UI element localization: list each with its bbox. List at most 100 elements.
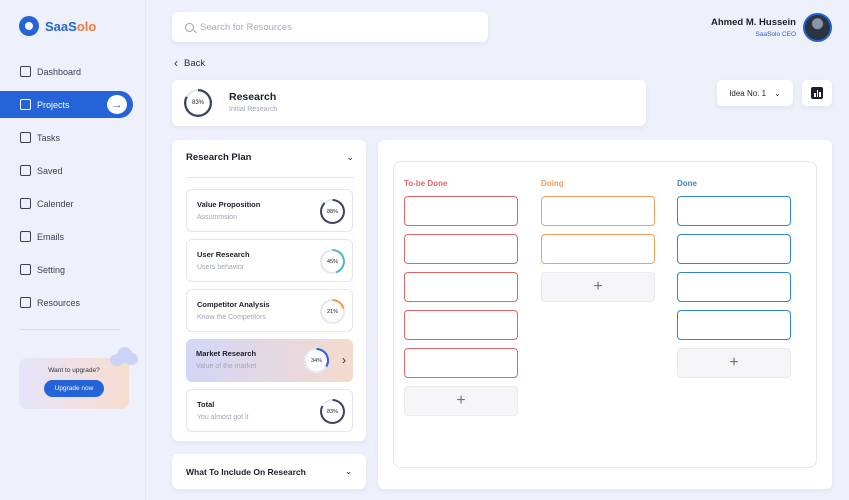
- research-plan-panel: Research Plan ⌄ Value Proposition Assumms…: [172, 140, 366, 441]
- sidebar-divider: [20, 329, 120, 330]
- idea-select-value: Idea No. 1: [729, 88, 767, 98]
- board-card[interactable]: [677, 196, 791, 226]
- arrow-right-icon: →: [107, 95, 127, 114]
- cloud-icon: [108, 345, 138, 367]
- chevron-down-icon: ⌄: [346, 152, 354, 162]
- sidebar-item-label: Calender: [37, 198, 74, 209]
- board-card[interactable]: [404, 310, 518, 340]
- research-card: 83% Research Initial Research: [172, 80, 646, 126]
- include-panel-header[interactable]: What To Include On Research ⌄: [172, 454, 366, 489]
- plan-item-subtitle: Assummsion: [197, 214, 238, 221]
- chevron-down-icon: ⌄: [344, 466, 352, 476]
- board-column-title: Done: [677, 179, 697, 188]
- plan-item-progress-ring: 88%: [320, 199, 345, 224]
- sidebar: SaaSolo Dashboard Projects → Tasks Saved Cale…: [0, 0, 146, 500]
- research-plan-header[interactable]: Research Plan ⌄: [186, 152, 354, 178]
- plan-item[interactable]: Competitor Analysis Know the Competitors 2…: [186, 289, 353, 332]
- board-card[interactable]: [677, 310, 791, 340]
- include-title: What To Include On Research: [186, 466, 306, 477]
- back-label: Back: [184, 57, 206, 69]
- plan-item-progress-label: 34%: [310, 357, 322, 364]
- plan-item[interactable]: Total You almost got it 83%: [186, 389, 353, 432]
- research-progress-ring: 83%: [184, 89, 212, 117]
- sidebar-item-calender[interactable]: Calender: [0, 187, 146, 220]
- sidebar-item-saved[interactable]: Saved: [0, 154, 146, 187]
- idea-select[interactable]: Idea No. 1 ⌄: [717, 80, 793, 106]
- user-name: Ahmed M. Hussein: [711, 17, 796, 28]
- sidebar-item-emails[interactable]: Emails: [0, 220, 146, 253]
- plan-item[interactable]: User Research Users behavior 45%: [186, 239, 353, 282]
- plan-item-progress-label: 21%: [326, 308, 338, 315]
- upgrade-text: Want to upgrade?: [48, 367, 100, 374]
- plan-item-progress-ring: 45%: [320, 249, 345, 274]
- sidebar-nav: Dashboard Projects → Tasks Saved Calender Emai…: [0, 55, 146, 319]
- research-title: Research: [229, 91, 277, 103]
- plan-item-title: Value Proposition: [197, 200, 261, 209]
- chevron-down-icon: ⌄: [774, 88, 781, 98]
- user-role: SaaSolo CEO: [755, 31, 796, 38]
- upgrade-button[interactable]: Upgrade now: [43, 380, 105, 397]
- board-card[interactable]: [404, 196, 518, 226]
- plan-item-progress-label: 88%: [326, 208, 338, 215]
- sidebar-item-dashboard[interactable]: Dashboard: [0, 55, 146, 88]
- avatar[interactable]: [803, 13, 832, 42]
- search-input[interactable]: [200, 21, 460, 33]
- board-card[interactable]: [404, 234, 518, 264]
- check-square-icon: [20, 297, 31, 308]
- board-column-title: Doing: [541, 179, 564, 188]
- plan-item-subtitle: Users behavior: [197, 264, 245, 271]
- gear-icon: [20, 264, 31, 275]
- sidebar-item-tasks[interactable]: Tasks: [0, 121, 146, 154]
- sidebar-item-label: Tasks: [37, 132, 61, 143]
- edit-icon: [20, 99, 31, 110]
- board-column-to-be-done: To-be Done +: [404, 162, 518, 462]
- plan-item[interactable]: Market Research Value of the market 34% ›: [186, 339, 353, 382]
- calendar-icon: [20, 198, 31, 209]
- logo-icon: [19, 16, 39, 36]
- sidebar-item-label: Setting: [37, 264, 66, 275]
- sidebar-item-label: Projects: [37, 99, 70, 110]
- add-card-button[interactable]: +: [677, 348, 791, 378]
- logo[interactable]: SaaSolo: [19, 16, 96, 36]
- board-card[interactable]: [541, 234, 655, 264]
- chevron-right-icon: ›: [342, 353, 346, 367]
- sidebar-item-label: Emails: [37, 231, 65, 242]
- grid-icon: [20, 66, 31, 77]
- research-progress-label: 83%: [191, 100, 204, 106]
- search-icon: [185, 22, 194, 32]
- plan-item-title: Total: [197, 400, 215, 409]
- plan-item-progress-ring: 21%: [320, 299, 345, 324]
- board-card[interactable]: [541, 196, 655, 226]
- board-column-doing: Doing +: [541, 162, 655, 462]
- sidebar-item-setting[interactable]: Setting: [0, 253, 146, 286]
- sidebar-item-projects[interactable]: Projects →: [0, 91, 133, 118]
- back-button[interactable]: ‹ Back: [174, 56, 205, 70]
- plan-item[interactable]: Value Proposition Assummsion 88%: [186, 189, 353, 232]
- plan-item-progress-ring: 34%: [304, 348, 329, 373]
- board-card[interactable]: [404, 348, 518, 378]
- board-card[interactable]: [677, 234, 791, 264]
- sidebar-item-label: Resources: [37, 297, 81, 308]
- board-column-done: Done +: [677, 162, 791, 462]
- research-plan-title: Research Plan: [186, 152, 252, 163]
- sidebar-item-resources[interactable]: Resources: [0, 286, 146, 319]
- sidebar-item-label: Saved: [37, 165, 63, 176]
- plan-item-subtitle: Value of the market: [196, 363, 257, 370]
- board-card[interactable]: [677, 272, 791, 302]
- research-subtitle: Initial Research: [229, 106, 278, 113]
- logo-text: SaaSolo: [45, 18, 97, 34]
- board-column-title: To-be Done: [404, 179, 448, 188]
- kanban-board: To-be Done + Doing + Done +: [378, 140, 832, 489]
- add-card-button[interactable]: +: [404, 386, 518, 416]
- search-bar[interactable]: [172, 12, 488, 42]
- chevron-left-icon: ‹: [174, 56, 178, 70]
- chart-button[interactable]: [802, 80, 832, 106]
- add-card-button[interactable]: +: [541, 272, 655, 302]
- user-profile[interactable]: Ahmed M. Hussein SaaSolo CEO: [711, 13, 832, 42]
- mail-icon: [20, 231, 31, 242]
- tasks-icon: [20, 132, 31, 143]
- plan-item-subtitle: Know the Competitors: [197, 314, 266, 321]
- plan-item-title: Competitor Analysis: [197, 300, 270, 309]
- board-card[interactable]: [404, 272, 518, 302]
- kanban-board-inner: To-be Done + Doing + Done +: [393, 161, 817, 468]
